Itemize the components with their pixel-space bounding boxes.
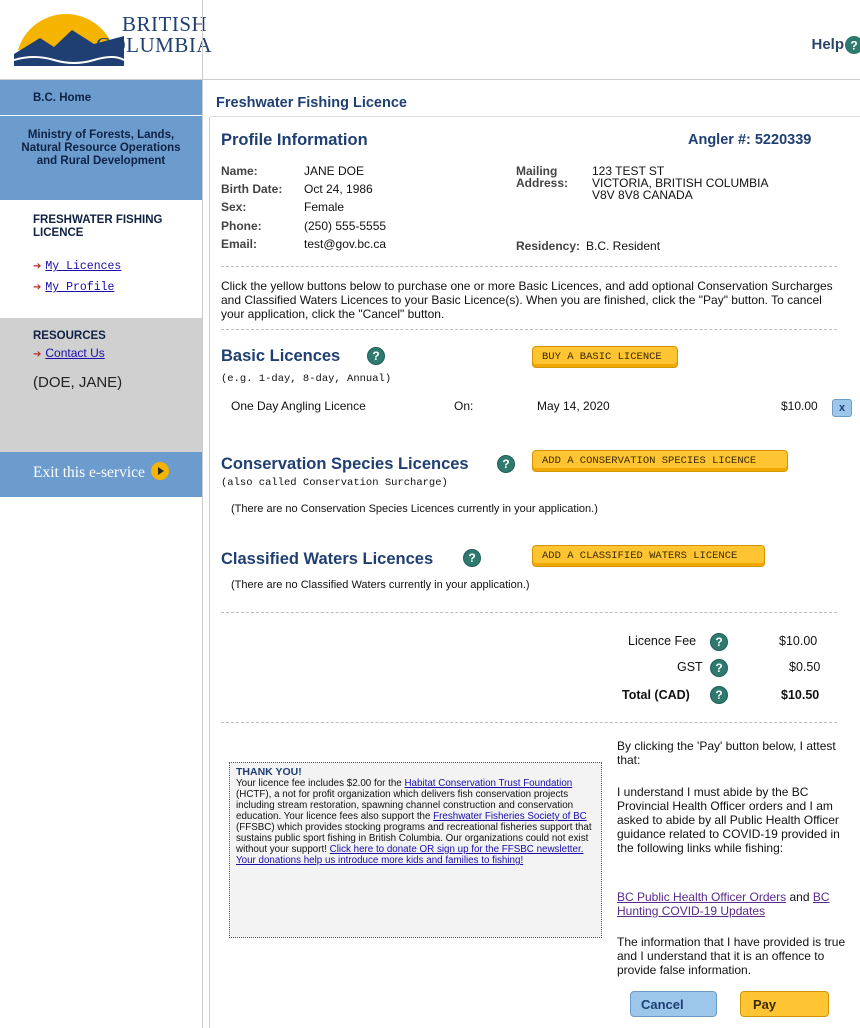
sidebar-item-bc-home[interactable]: B.C. Home (0, 80, 202, 116)
page-title: Freshwater Fishing Licence (216, 95, 407, 111)
gst-label: GST (677, 660, 703, 674)
licence-item-price: $10.00 (781, 399, 818, 413)
help-question-icon[interactable]: ? (367, 347, 385, 365)
add-classified-waters-button[interactable]: ADD A CLASSIFIED WATERS LICENCE (532, 545, 765, 567)
total-value: $10.50 (781, 688, 820, 702)
help-question-icon[interactable]: ? (463, 549, 481, 567)
licence-item-date: May 14, 2020 (537, 399, 610, 413)
residency-value: B.C. Resident (586, 239, 661, 253)
basic-licences-subtitle: (e.g. 1-day, 8-day, Annual) (221, 373, 392, 385)
divider (221, 722, 837, 723)
header-divider (202, 0, 203, 80)
total-label: Total (CAD) (622, 688, 690, 702)
profile-heading: Profile Information (221, 131, 368, 149)
divider (221, 329, 837, 330)
sidebar-item-my-licences[interactable]: ➔ My Licences (33, 260, 202, 273)
help-link[interactable]: Help (811, 36, 844, 53)
help-question-icon[interactable]: ? (710, 633, 728, 651)
my-licences-link[interactable]: My Licences (45, 260, 121, 273)
divider (221, 266, 837, 267)
sidebar-divider (202, 80, 203, 1028)
arrow-right-icon: ➔ (33, 261, 42, 272)
title-divider (210, 116, 860, 117)
licence-item-name: One Day Angling Licence (231, 399, 366, 413)
attest-intro: By clicking the 'Pay' button below, I at… (617, 739, 836, 767)
email-label: Email: (221, 237, 258, 251)
email-value: test@gov.bc.ca (304, 237, 386, 251)
sidebar-ministry-title[interactable]: Ministry of Forests, Lands, Natural Reso… (0, 116, 202, 200)
attest-covid-text: I understand I must abide by the BC Prov… (617, 785, 840, 855)
licence-fee-label: Licence Fee (628, 634, 697, 648)
conservation-subtitle: (also called Conservation Surcharge) (221, 477, 448, 489)
signed-in-user: (DOE, JANE) (33, 374, 123, 391)
thank-you-notice: THANK YOU! Your licence fee includes $2.… (229, 762, 602, 938)
phone-label: Phone: (221, 219, 262, 233)
attest-links: BC Public Health Officer Orders and BC H… (617, 890, 849, 918)
classified-waters-heading: Classified Waters Licences (221, 550, 434, 568)
sidebar-service-panel: FRESHWATER FISHING LICENCE ➔ My Licences … (0, 200, 202, 318)
address-line3: V8V 8V8 CANADA (592, 188, 693, 202)
instructions-text: Click the yellow buttons below to purcha… (221, 279, 833, 321)
sidebar-service-title: FRESHWATER FISHING LICENCE (33, 214, 163, 239)
ffsbc-link[interactable]: Freshwater Fisheries Society of BC (433, 811, 587, 822)
help-question-icon[interactable]: ? (844, 35, 860, 55)
sidebar-resources-title: RESOURCES (33, 330, 106, 342)
help-question-icon[interactable]: ? (710, 686, 728, 704)
help-question-icon[interactable]: ? (710, 659, 728, 677)
svg-text:?: ? (850, 39, 857, 53)
sidebar: B.C. Home Ministry of Forests, Lands, Na… (0, 80, 202, 497)
sidebar-item-contact-us[interactable]: ➔ Contact Us (33, 346, 202, 360)
contact-us-link[interactable]: Contact Us (45, 346, 104, 360)
angler-number: Angler #: 5220339 (688, 132, 812, 148)
remove-licence-button[interactable]: x (832, 399, 852, 417)
sex-label: Sex: (221, 200, 247, 214)
thank-you-heading: THANK YOU! (236, 766, 302, 778)
hctf-link[interactable]: Habitat Conservation Trust Foundation (404, 778, 572, 789)
sex-value: Female (304, 200, 345, 214)
add-conservation-licence-button[interactable]: ADD A CONSERVATION SPECIES LICENCE (532, 450, 788, 472)
gst-value: $0.50 (789, 660, 821, 674)
attest-and-text: and (786, 890, 813, 904)
cancel-button[interactable]: Cancel (630, 991, 717, 1017)
name-label: Name: (221, 164, 258, 178)
birth-date-label: Birth Date: (221, 182, 283, 196)
divider (221, 612, 837, 613)
site-header: BRITISH COLUMBIA Help ? (0, 0, 860, 80)
buy-basic-licence-button[interactable]: BUY A BASIC LICENCE (532, 346, 678, 368)
exit-eservice-button[interactable]: Exit this e-service (0, 452, 202, 497)
health-officer-orders-link[interactable]: BC Public Health Officer Orders (617, 890, 786, 904)
conservation-empty-message: (There are no Conservation Species Licen… (231, 503, 598, 515)
my-profile-link[interactable]: My Profile (45, 281, 114, 294)
licence-fee-value: $10.00 (779, 634, 818, 648)
address-label: Address: (516, 176, 569, 190)
name-value: JANE DOE (304, 164, 365, 178)
classified-empty-message: (There are no Classified Waters currentl… (231, 579, 530, 591)
pay-button[interactable]: Pay (740, 991, 829, 1017)
basic-licences-heading: Basic Licences (221, 347, 341, 365)
residency-label: Residency: (516, 239, 581, 253)
attest-truth-text: The information that I have provided is … (617, 935, 846, 977)
licence-item-on-label: On: (454, 399, 474, 413)
sidebar-item-my-profile[interactable]: ➔ My Profile (33, 281, 202, 294)
arrow-right-icon: ➔ (33, 282, 42, 293)
arrow-right-icon: ➔ (33, 349, 42, 360)
exit-eservice-label: Exit this e-service (33, 464, 145, 481)
phone-value: (250) 555-5555 (304, 219, 387, 233)
help-question-icon[interactable]: ? (497, 455, 515, 473)
sidebar-resources-panel: RESOURCES ➔ Contact Us (DOE, JANE) (0, 318, 202, 452)
bc-logo[interactable]: BRITISH COLUMBIA (14, 6, 212, 68)
conservation-licences-heading: Conservation Species Licences (221, 455, 469, 473)
content-border (209, 117, 210, 1028)
logo-text-columbia: COLUMBIA (96, 33, 213, 57)
go-arrow-icon (150, 462, 169, 481)
birth-date-value: Oct 24, 1986 (304, 182, 373, 196)
thank-you-text: Your licence fee includes $2.00 for the (236, 778, 405, 789)
